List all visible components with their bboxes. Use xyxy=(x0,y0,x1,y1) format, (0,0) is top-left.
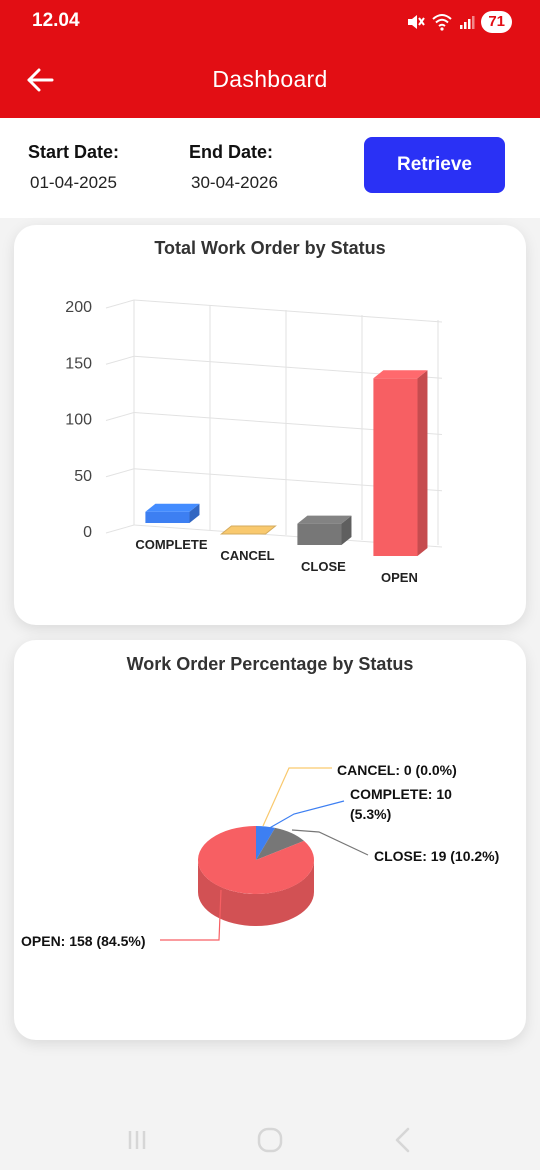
y-tick-label: 100 xyxy=(65,412,92,429)
bar-chart-card: Total Work Order by Status 0 50 100 150 200 C… xyxy=(14,225,526,625)
start-date-group[interactable]: Start Date: 01-04-2025 xyxy=(28,142,119,193)
grid-line xyxy=(105,299,135,309)
status-icons: 71 xyxy=(405,9,512,35)
bar-side xyxy=(417,370,428,556)
page-title: Dashboard xyxy=(212,66,328,92)
app-header: 12.04 71 Dashboard xyxy=(0,0,540,118)
pie-chart-card: Work Order Percentage by Status CANCEL: … xyxy=(14,640,526,1040)
y-tick-label: 200 xyxy=(65,299,92,316)
home-button[interactable] xyxy=(240,1120,300,1160)
bar-cancel xyxy=(219,525,277,535)
pie-chart: CANCEL: 0 (0.0%) COMPLETE: 10 (5.3%) CLOSE:… xyxy=(21,762,499,949)
start-date-value[interactable]: 01-04-2025 xyxy=(30,173,119,193)
pie-label: (5.3%) xyxy=(350,806,391,822)
end-date-label: End Date: xyxy=(189,142,274,162)
pie-label: COMPLETE: 10 xyxy=(350,786,452,802)
y-tick-label: 50 xyxy=(74,468,92,485)
leader-line xyxy=(262,767,332,827)
pie-label: CANCEL: 0 (0.0%) xyxy=(337,762,457,778)
pie-label: CLOSE: 19 (10.2%) xyxy=(374,848,499,864)
home-icon xyxy=(257,1127,283,1153)
back-nav-icon xyxy=(396,1127,410,1153)
bar-close xyxy=(297,515,352,545)
system-nav-bar xyxy=(0,1110,540,1170)
y-tick-label: 150 xyxy=(65,355,92,372)
leader-line xyxy=(265,800,345,831)
x-tick-label: OPEN xyxy=(381,570,418,585)
recent-apps-icon xyxy=(128,1131,145,1149)
grid-line xyxy=(105,412,135,421)
date-filter-section: Start Date: 01-04-2025 End Date: 30-04-2… xyxy=(0,118,540,218)
bar-front xyxy=(297,523,342,545)
mute-icon xyxy=(405,13,426,31)
grid-line xyxy=(105,468,135,478)
bar-chart: 0 50 100 150 200 COMPLETE CANCEL CLOSE OPEN xyxy=(65,299,443,585)
battery-icon: 71 xyxy=(481,11,512,33)
wifi-icon xyxy=(431,13,453,31)
pie-label: OPEN: 158 (84.5%) xyxy=(21,933,146,949)
status-time: 12.04 xyxy=(32,10,80,31)
grid-line xyxy=(133,299,443,323)
end-date-group[interactable]: End Date: 30-04-2026 xyxy=(189,142,278,193)
bar-front xyxy=(145,511,190,523)
grid-line xyxy=(105,524,135,534)
bar-open xyxy=(373,370,428,556)
grid-line xyxy=(105,355,135,365)
bar-complete xyxy=(145,503,200,523)
start-date-label: Start Date: xyxy=(28,142,120,162)
retrieve-button[interactable]: Retrieve xyxy=(364,137,505,193)
bar-front xyxy=(373,378,418,556)
back-nav-button[interactable] xyxy=(373,1120,433,1160)
x-tick-label: COMPLETE xyxy=(135,537,208,552)
x-tick-label: CANCEL xyxy=(220,548,274,563)
signal-icon xyxy=(459,14,475,30)
x-tick-label: CLOSE xyxy=(301,559,346,574)
recent-apps-button[interactable] xyxy=(107,1120,167,1160)
end-date-value[interactable]: 30-04-2026 xyxy=(191,173,278,193)
y-tick-label: 0 xyxy=(83,524,92,541)
bar-top xyxy=(219,525,277,535)
